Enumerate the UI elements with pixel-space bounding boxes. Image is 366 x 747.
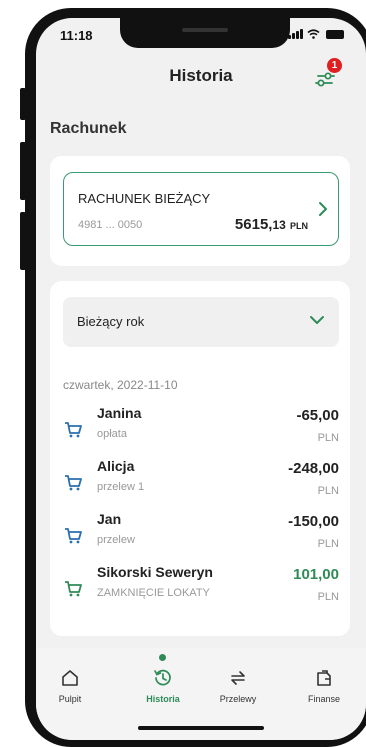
- nav-label: Pulpit: [58, 694, 82, 704]
- history-icon: [154, 669, 171, 686]
- bottom-navigation: Pulpit Historia Przelewy Finanse: [36, 648, 366, 740]
- wifi-icon: [307, 29, 320, 39]
- transaction-row[interactable]: Sikorski Seweryn ZAMKNIĘCIE LOKATY 101,0…: [63, 564, 339, 614]
- transaction-desc: ZAMKNIĘCIE LOKATY: [97, 587, 210, 599]
- cart-icon: [65, 581, 82, 597]
- nav-label: Przelewy: [219, 694, 257, 704]
- phone-screen: 11:18 Historia 1 Rachunek RACHUNEK BIEŻĄ…: [36, 18, 366, 740]
- account-balance: 5615,13 PLN: [234, 216, 308, 233]
- transfer-icon: [231, 671, 245, 685]
- transaction-amount: -248,00: [288, 460, 339, 477]
- status-bar: 11:18: [36, 18, 366, 50]
- transaction-name: Janina: [97, 405, 142, 421]
- account-card: RACHUNEK BIEŻĄCY 4981 ... 0050 5615,13 P…: [50, 156, 350, 266]
- transaction-currency: PLN: [317, 485, 339, 497]
- date-header: czwartek, 2022-11-10: [63, 378, 178, 392]
- transaction-desc: przelew 1: [97, 481, 145, 493]
- transaction-desc: opłata: [97, 428, 127, 440]
- transaction-currency: PLN: [317, 591, 339, 603]
- transaction-name: Jan: [97, 511, 122, 527]
- nav-item-historia[interactable]: Historia: [133, 668, 193, 704]
- home-icon: [62, 670, 78, 686]
- cart-icon: [65, 528, 82, 544]
- transaction-amount: -150,00: [288, 513, 339, 530]
- section-title: Rachunek: [50, 120, 127, 137]
- nav-item-pulpit[interactable]: Pulpit: [40, 668, 100, 704]
- chevron-right-icon: [319, 202, 327, 216]
- transaction-currency: PLN: [317, 538, 339, 550]
- transaction-row[interactable]: Janina opłata -65,00 PLN: [63, 405, 339, 455]
- status-icons: [288, 29, 344, 39]
- notification-badge: 1: [327, 58, 342, 73]
- transaction-row[interactable]: Jan przelew -150,00 PLN: [63, 511, 339, 561]
- transaction-currency: PLN: [317, 432, 339, 444]
- transaction-amount: 101,00: [293, 566, 339, 583]
- transaction-amount: -65,00: [296, 407, 339, 424]
- filter-button[interactable]: 1: [312, 58, 342, 92]
- status-time: 11:18: [60, 28, 93, 43]
- nav-label: Historia: [146, 694, 180, 704]
- account-name: RACHUNEK BIEŻĄCY: [78, 191, 211, 206]
- finance-icon: [317, 670, 331, 686]
- cart-icon: [65, 422, 82, 438]
- account-number: 4981 ... 0050: [78, 219, 143, 231]
- cart-icon: [65, 475, 82, 491]
- nav-label: Finanse: [307, 694, 341, 704]
- period-label: Bieżący rok: [77, 314, 145, 329]
- chevron-down-icon: [310, 316, 324, 324]
- account-tile[interactable]: RACHUNEK BIEŻĄCY 4981 ... 0050 5615,13 P…: [63, 172, 339, 246]
- transaction-row[interactable]: Alicja przelew 1 -248,00 PLN: [63, 458, 339, 508]
- nav-item-przelewy[interactable]: Przelewy: [208, 668, 268, 704]
- home-indicator[interactable]: [138, 726, 264, 730]
- signal-icon: [288, 29, 303, 39]
- history-card: Bieżący rok czwartek, 2022-11-10 Janina …: [50, 281, 350, 636]
- period-dropdown[interactable]: Bieżący rok: [63, 297, 339, 347]
- transaction-name: Alicja: [97, 458, 135, 474]
- transaction-desc: przelew: [97, 534, 135, 546]
- nav-item-finanse[interactable]: Finanse: [294, 668, 354, 704]
- battery-icon: [326, 30, 344, 39]
- active-indicator-dot: [159, 654, 166, 661]
- camera-notch: [120, 18, 290, 48]
- transaction-name: Sikorski Seweryn: [97, 564, 213, 580]
